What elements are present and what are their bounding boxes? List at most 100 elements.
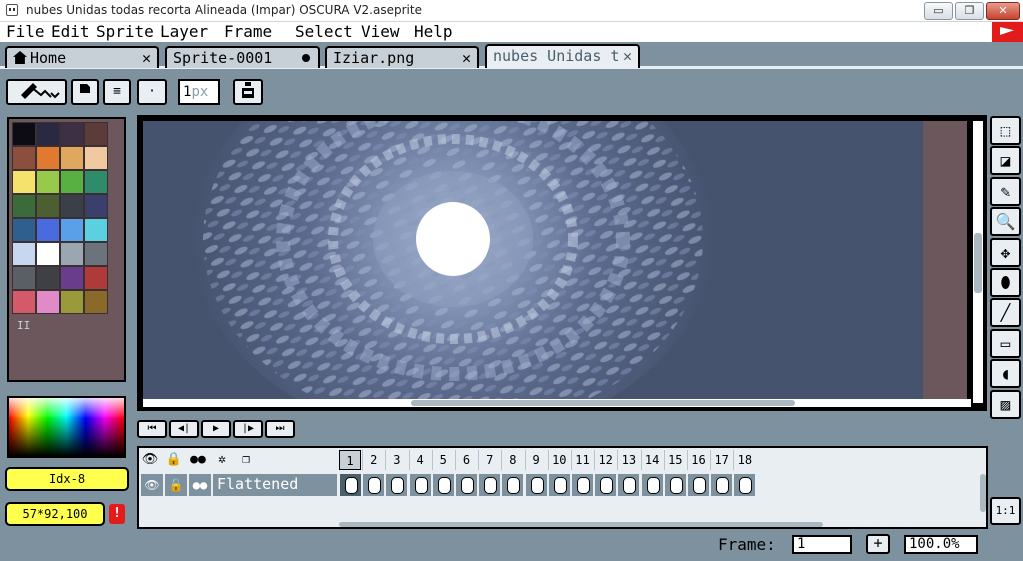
palette-swatch[interactable]	[84, 218, 108, 242]
close-icon[interactable]: ✕	[623, 47, 632, 65]
palette-swatch[interactable]	[60, 218, 84, 242]
frame-cel[interactable]	[663, 474, 686, 496]
menu-select[interactable]: Select	[295, 23, 353, 41]
palette-swatch[interactable]	[12, 170, 36, 194]
last-frame-button[interactable]: ⏭	[265, 420, 295, 438]
line-tool-button[interactable]: ╱	[990, 298, 1021, 328]
editor-vertical-scroll-thumb[interactable]	[974, 233, 982, 293]
menu-sprite[interactable]: Sprite	[96, 23, 154, 41]
brush-dot-button[interactable]: ·	[137, 79, 167, 105]
frame-cel[interactable]	[594, 474, 617, 496]
foreground-color-box[interactable]: Idx-8	[5, 467, 129, 491]
eraser-tool-button[interactable]: ◪	[990, 146, 1021, 176]
frame-header[interactable]: 16	[687, 450, 709, 470]
frame-cel[interactable]	[617, 474, 640, 496]
palette-swatch[interactable]	[60, 194, 84, 218]
frame-header[interactable]: 9	[524, 450, 547, 470]
palette-swatch[interactable]	[60, 242, 84, 266]
frame-cel[interactable]	[501, 474, 524, 496]
brush-size-field[interactable]: 1px	[178, 79, 220, 105]
frame-cel[interactable]	[640, 474, 663, 496]
frame-header[interactable]: 17	[710, 450, 733, 470]
menu-layer[interactable]: Layer	[160, 23, 208, 41]
color-spectrum[interactable]	[7, 396, 126, 458]
frame-header[interactable]: 6	[455, 450, 477, 470]
menu-help[interactable]: Help	[414, 23, 453, 41]
frame-cel[interactable]	[431, 474, 454, 496]
frame-header[interactable]: 18	[733, 450, 756, 470]
zoom-one-to-one-button[interactable]: 1:1	[990, 497, 1021, 525]
palette-swatch[interactable]	[84, 290, 108, 314]
palette-swatch[interactable]	[36, 122, 60, 146]
palette-swatch[interactable]	[84, 194, 108, 218]
palette-swatch[interactable]	[36, 218, 60, 242]
palette-swatch[interactable]	[12, 218, 36, 242]
palette-swatch[interactable]	[84, 146, 108, 170]
frame-cel[interactable]	[687, 474, 709, 496]
close-icon[interactable]: ✕	[142, 49, 151, 67]
minimize-button[interactable]: ▭	[924, 2, 953, 20]
palette-swatch[interactable]	[60, 122, 84, 146]
blur-tool-button[interactable]: ▨	[990, 389, 1021, 419]
menu-frame[interactable]: Frame	[224, 23, 272, 41]
frame-input[interactable]: 1	[792, 535, 852, 554]
menu-view[interactable]: View	[361, 23, 400, 41]
move-tool-button[interactable]: ✥	[990, 237, 1021, 267]
palette-swatch[interactable]	[12, 122, 36, 146]
frame-cel[interactable]	[547, 474, 570, 496]
tab-iziar[interactable]: Iziar.png ✕	[325, 46, 479, 68]
palette-swatch[interactable]	[60, 170, 84, 194]
frame-cel[interactable]	[385, 474, 408, 496]
tab-home[interactable]: Home ✕	[5, 46, 159, 68]
frame-cel[interactable]	[339, 474, 361, 496]
settings-header-icon[interactable]: ✲	[211, 450, 233, 470]
palette-swatch[interactable]	[12, 194, 36, 218]
brush-type-button[interactable]	[6, 79, 67, 105]
frame-cel[interactable]	[571, 474, 593, 496]
next-frame-button[interactable]: |▶	[233, 420, 263, 438]
visibility-header-icon[interactable]: 👁	[139, 450, 161, 470]
play-button[interactable]: ▶	[201, 420, 231, 438]
previous-frame-button[interactable]: ◀|	[169, 420, 199, 438]
close-window-button[interactable]: ✕	[986, 2, 1020, 20]
palette-swatch[interactable]	[36, 242, 60, 266]
frame-cel[interactable]	[455, 474, 477, 496]
frame-cel[interactable]	[733, 474, 756, 496]
contour-tool-button[interactable]: ◖	[990, 359, 1021, 389]
palette-swatch[interactable]	[84, 170, 108, 194]
close-icon[interactable]: ✕	[462, 49, 471, 67]
palette-swatch[interactable]	[84, 122, 108, 146]
frame-header[interactable]: 13	[617, 450, 640, 470]
menu-file[interactable]: File	[6, 23, 45, 41]
layer-visibility-icon[interactable]: 👁	[141, 474, 163, 496]
palette-swatch[interactable]	[60, 266, 84, 290]
frame-cel[interactable]	[478, 474, 501, 496]
frame-header[interactable]: 8	[501, 450, 524, 470]
marquee-tool-button[interactable]: ⬚	[990, 116, 1021, 145]
zoom-field[interactable]: 100.0%	[904, 535, 978, 554]
menu-edit[interactable]: Edit	[51, 23, 90, 41]
palette-swatch[interactable]	[12, 290, 36, 314]
palette-swatch[interactable]	[60, 290, 84, 314]
palette-swatch[interactable]	[36, 290, 60, 314]
frame-header[interactable]: 5	[431, 450, 454, 470]
palette-swatch[interactable]	[84, 266, 108, 290]
frame-header[interactable]: 3	[385, 450, 408, 470]
brush-square-button[interactable]	[71, 79, 99, 105]
palette-swatch[interactable]	[36, 266, 60, 290]
frame-header[interactable]: 12	[594, 450, 617, 470]
news-flag-icon[interactable]	[992, 22, 1023, 44]
onion-skin-header-icon[interactable]: ❐	[235, 450, 257, 470]
brush-list-button[interactable]: ≡	[103, 79, 131, 105]
frame-header[interactable]: 11	[571, 450, 593, 470]
rectangle-tool-button[interactable]: ▭	[990, 328, 1021, 358]
palette-swatch[interactable]	[12, 146, 36, 170]
lock-header-icon[interactable]: 🔒	[163, 450, 185, 470]
palette-swatch[interactable]	[12, 266, 36, 290]
timeline-horizontal-scroll-thumb[interactable]	[339, 522, 823, 527]
frame-header[interactable]: 7	[478, 450, 501, 470]
frame-cel[interactable]	[524, 474, 547, 496]
sprite-canvas[interactable]	[143, 121, 923, 399]
palette-swatch[interactable]	[36, 194, 60, 218]
palette-swatch[interactable]	[60, 146, 84, 170]
